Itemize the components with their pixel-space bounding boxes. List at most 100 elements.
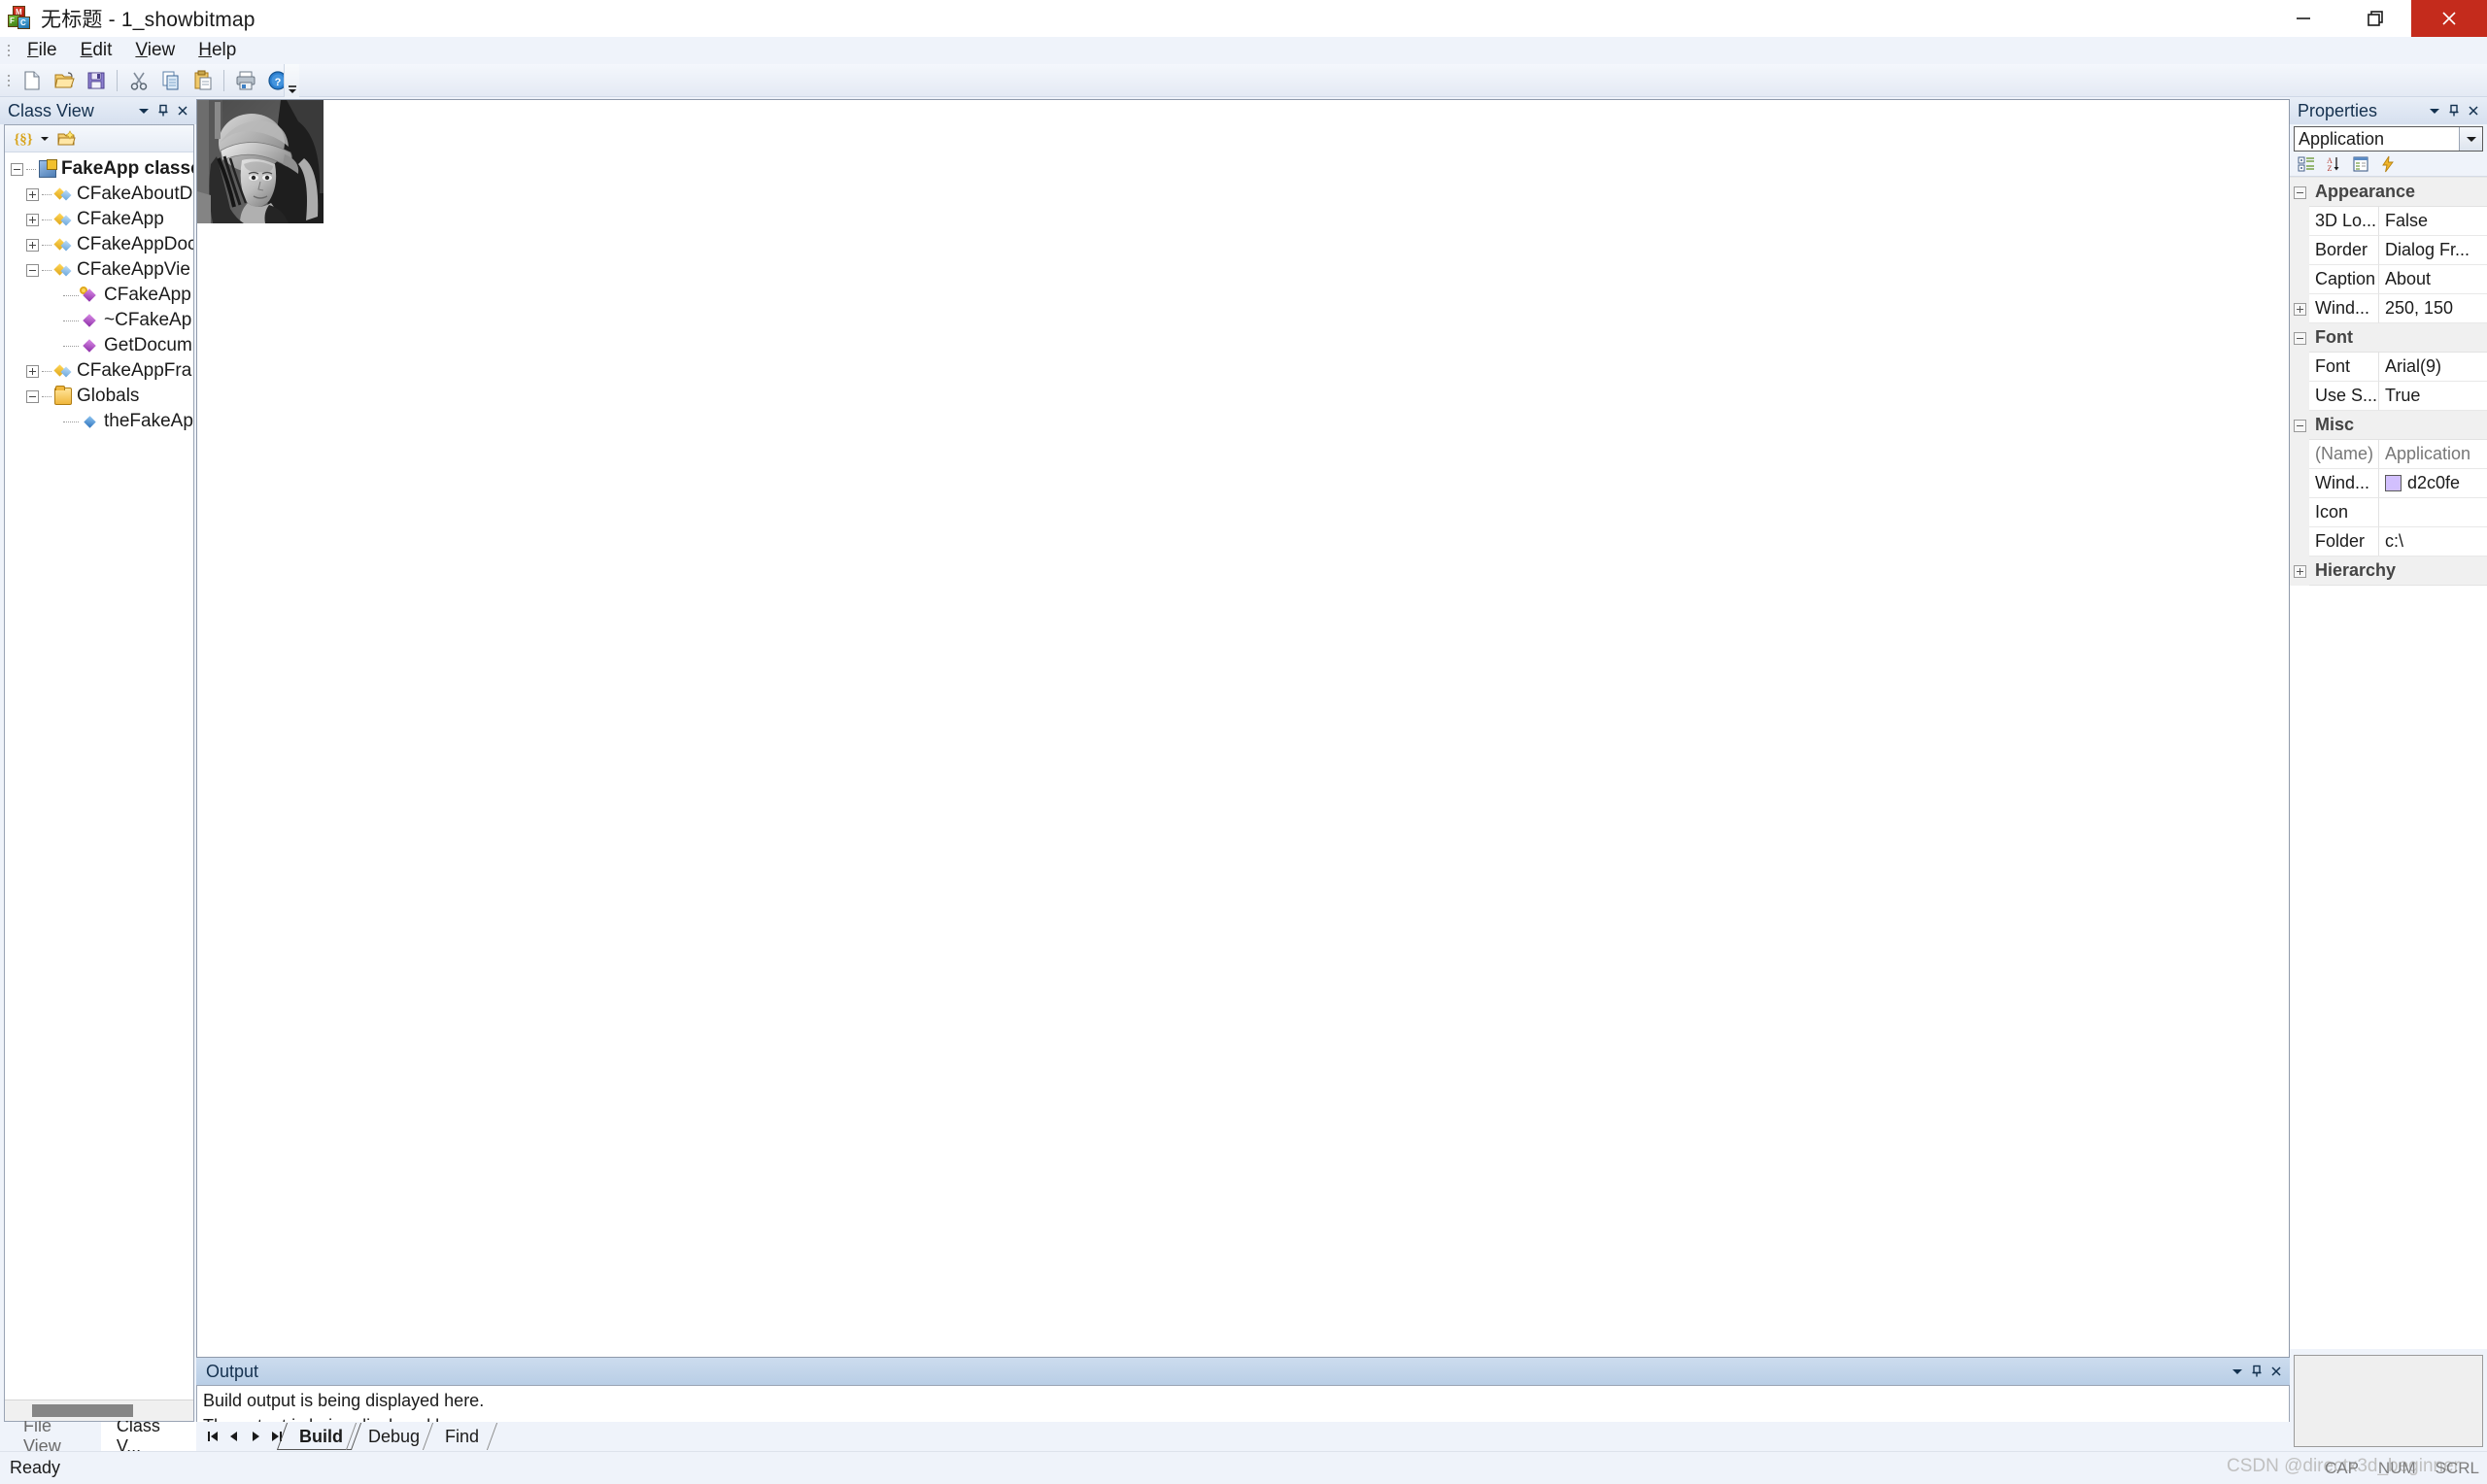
class-view-horizontal-scrollbar[interactable] [5,1400,193,1421]
property-row-3d-look[interactable]: 3D Lo... False [2290,207,2487,236]
tab-file-view[interactable]: File View [8,1416,101,1456]
property-value-color[interactable]: d2c0fe [2379,469,2487,498]
paste-icon[interactable] [187,66,219,95]
print-icon[interactable] [229,66,261,95]
property-pages-icon[interactable] [2349,153,2372,175]
properties-grid[interactable]: Appearance 3D Lo... False Border Dialog … [2290,177,2487,1349]
property-value[interactable]: Dialog Fr... [2379,236,2487,265]
expander-plus-icon[interactable] [2293,564,2306,578]
property-value[interactable]: Application [2379,440,2487,469]
class-view-sort-icon[interactable]: {§} [11,127,36,151]
output-text-area[interactable]: Build output is being displayed here. Th… [196,1385,2290,1422]
property-value[interactable]: True [2379,382,2487,411]
scrollbar-thumb[interactable] [32,1404,133,1417]
tree-node-cfakeaboutdlg[interactable]: CFakeAboutD [5,182,193,207]
status-indicator-num: NUM [2377,1459,2416,1477]
tree-node-cfakeappview-dtor[interactable]: ~CFakeAp [5,308,193,333]
expander-plus-icon[interactable] [26,187,39,201]
class-view-tree[interactable]: FakeApp classes CFakeAboutD CFak [5,152,193,1400]
categorized-icon[interactable] [2295,153,2318,175]
copy-icon[interactable] [154,66,187,95]
tree-node-getdocument[interactable]: GetDocum [5,333,193,358]
tree-node-cfakeappdoc[interactable]: CFakeAppDoc [5,232,193,257]
tree-node-cfakeapp[interactable]: CFakeApp [5,207,193,232]
minimize-icon[interactable] [2267,0,2339,37]
properties-object-combo[interactable]: Application [2294,126,2483,152]
tree-node-thefakeapp[interactable]: theFakeAp [5,409,193,434]
output-tab-build[interactable]: Build [276,1423,362,1450]
property-value[interactable]: c:\ [2379,527,2487,556]
new-icon[interactable] [16,66,48,95]
toolbar-grip-icon[interactable] [4,72,14,89]
property-category-appearance[interactable]: Appearance [2290,178,2487,207]
property-row-name[interactable]: (Name) Application [2290,440,2487,469]
tree-node-cfakeappview[interactable]: CFakeAppVie [5,257,193,283]
previous-icon[interactable] [223,1424,245,1449]
menu-item-edit[interactable]: Edit [69,38,124,63]
property-row-window-size[interactable]: Wind... 250, 150 [2290,294,2487,323]
output-tab-find[interactable]: Find [422,1423,498,1450]
property-row-font[interactable]: Font Arial(9) [2290,353,2487,382]
property-category-font[interactable]: Font [2290,323,2487,353]
tree-node-cfakeappframe[interactable]: CFakeAppFra [5,358,193,384]
pin-icon[interactable] [2247,1361,2266,1382]
expander-minus-icon[interactable] [2293,331,2306,345]
expander-minus-icon[interactable] [26,389,39,403]
next-icon[interactable] [245,1424,266,1449]
save-icon[interactable] [80,66,112,95]
close-icon[interactable] [2411,0,2487,37]
property-row-window-color[interactable]: Wind... d2c0fe [2290,469,2487,498]
property-row-use-system-font[interactable]: Use S... True [2290,382,2487,411]
properties-toolbar: A Z [2290,152,2487,177]
cut-icon[interactable] [122,66,154,95]
property-category-misc[interactable]: Misc [2290,411,2487,440]
menu-grip-icon[interactable] [4,42,14,59]
expander-plus-icon[interactable] [26,238,39,252]
tree-node-globals[interactable]: Globals [5,384,193,409]
output-tab-debug[interactable]: Debug [345,1423,439,1450]
expander-minus-icon[interactable] [2293,419,2306,432]
dropdown-icon[interactable] [134,100,153,121]
property-row-folder[interactable]: Folder c:\ [2290,527,2487,556]
property-value[interactable]: Arial(9) [2379,353,2487,382]
property-value[interactable] [2379,498,2487,527]
alphabetical-icon[interactable]: A Z [2322,153,2345,175]
restore-icon[interactable] [2339,0,2411,37]
toolbar-overflow-icon[interactable] [284,64,299,97]
dropdown-icon[interactable] [2425,100,2444,121]
property-row-caption[interactable]: Caption About [2290,265,2487,294]
menu-item-view[interactable]: View [123,38,187,63]
expander-plus-icon[interactable] [26,213,39,226]
expander-minus-icon[interactable] [11,162,23,176]
dropdown-icon[interactable] [2228,1361,2247,1382]
property-row-border[interactable]: Border Dialog Fr... [2290,236,2487,265]
menu-item-help[interactable]: Help [187,38,248,63]
window-title: 无标题 - 1_showbitmap [41,9,256,31]
expander-minus-icon[interactable] [26,263,39,277]
close-icon[interactable] [2266,1361,2286,1382]
menu-item-file[interactable]: FFileile [16,38,69,63]
chevron-down-icon[interactable] [38,127,51,151]
expander-minus-icon[interactable] [2293,186,2306,199]
tree-node-fakeapp-classes[interactable]: FakeApp classes [5,156,193,182]
tab-class-view[interactable]: Class V... [100,1416,196,1456]
new-folder-icon[interactable] [53,127,79,151]
expander-plus-icon[interactable] [26,364,39,378]
property-value[interactable]: About [2379,265,2487,294]
pin-icon[interactable] [2444,100,2464,121]
property-row-icon[interactable]: Icon [2290,498,2487,527]
pin-icon[interactable] [153,100,173,121]
expander-plus-icon[interactable] [2293,302,2306,316]
property-value[interactable]: False [2379,207,2487,236]
open-icon[interactable] [48,66,80,95]
property-category-hierarchy[interactable]: Hierarchy [2290,556,2487,586]
close-icon[interactable] [2464,100,2483,121]
chevron-down-icon[interactable] [2459,127,2482,151]
tree-node-cfakeappview-ctor[interactable]: CFakeAppˈ [5,283,193,308]
document-client-view[interactable] [196,99,2290,1358]
tree-node-label: theFakeAp [104,411,193,431]
close-icon[interactable] [173,100,192,121]
first-icon[interactable] [202,1424,223,1449]
events-icon[interactable] [2376,153,2400,175]
property-value[interactable]: 250, 150 [2379,294,2487,323]
